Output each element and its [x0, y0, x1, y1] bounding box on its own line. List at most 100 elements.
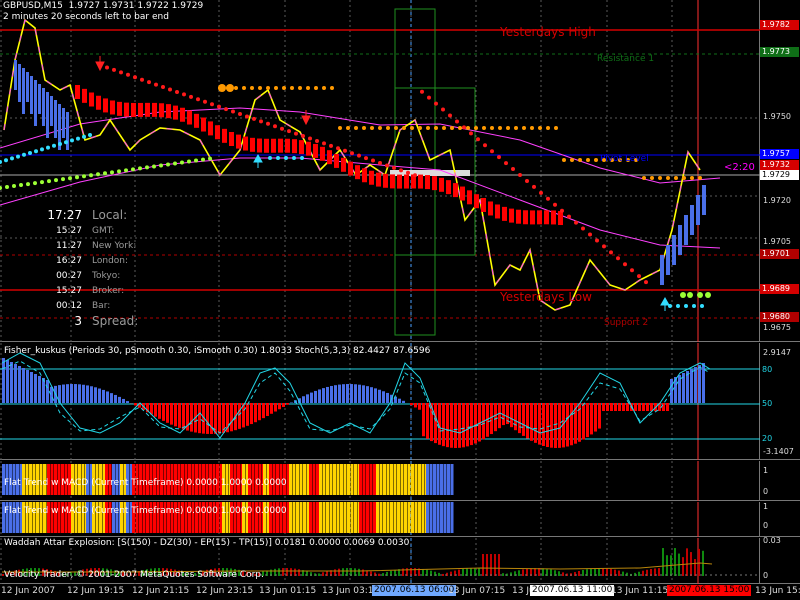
fisher-indicator-pane[interactable]: Fisher_kuskus (Periods 30, pSmooth 0.30,…: [0, 343, 800, 460]
trend-dot: [511, 167, 515, 172]
explosion-bar: [282, 568, 284, 576]
trend-dot: [370, 126, 374, 130]
trend-dot: [242, 86, 246, 90]
trend-dot: [322, 86, 326, 90]
fisher-histogram-bar: [514, 403, 517, 431]
trend-state-bar: [296, 464, 299, 495]
candle-bear: [173, 105, 178, 120]
fisher-histogram-bar: [670, 379, 673, 403]
trend-state-bar: [299, 464, 303, 495]
trend-state-bar: [400, 464, 404, 495]
trend-dot: [644, 280, 648, 285]
fisher-histogram-bar: [526, 403, 529, 439]
fisher-canvas[interactable]: [0, 343, 800, 460]
explosion-bar: [578, 570, 580, 576]
trend-dot: [26, 182, 30, 187]
trend-dot: [266, 86, 270, 90]
trend-dot: [386, 126, 390, 130]
trend-dot: [82, 134, 86, 139]
trend-dot: [76, 136, 80, 141]
explosion-bar: [358, 568, 360, 576]
trend-state-bar: [340, 502, 343, 533]
explosion-bar: [318, 573, 320, 576]
candle-bull: [22, 68, 25, 114]
candle-bear: [89, 92, 94, 107]
main-price-pane[interactable]: GBPUSD,M15 1.9727 1.9731 1.9722 1.9729 2…: [0, 0, 800, 342]
fisher-histogram-bar: [662, 403, 665, 411]
trend-dot: [385, 163, 389, 168]
explosion-bar: [674, 548, 676, 576]
trend-dot: [201, 157, 205, 162]
trend-dot: [346, 126, 350, 130]
candle-bear: [208, 121, 213, 136]
trend-dot: [530, 126, 534, 130]
trend-dot: [539, 190, 543, 195]
trend-state-bar: [443, 464, 447, 495]
candle-bear: [327, 150, 332, 165]
trend-state-bar: [440, 464, 443, 495]
clock-row-spread: 3 Spread:: [0, 314, 138, 330]
candle-bear: [439, 177, 444, 192]
trend-dot: [338, 126, 342, 130]
fisher-histogram-bar: [78, 384, 81, 403]
fisher-histogram-bar: [370, 387, 373, 403]
trend-dot: [292, 156, 296, 160]
time-cursor-box-2: 2007.06.13 11:00: [530, 585, 615, 596]
fisher-histogram-bar: [590, 403, 593, 435]
fisher-max-tick: 2.9147: [763, 348, 791, 357]
trend-state-bar: [379, 464, 383, 495]
trend-state-bar: [386, 502, 390, 533]
time-label: 12 Jun 2007: [1, 586, 56, 596]
flat-trend-pane-1[interactable]: Flat Trend w MACD (Current Timeframe) 0.…: [0, 461, 800, 501]
fisher-histogram-bar: [206, 403, 209, 434]
fisher-histogram-bar: [458, 403, 461, 448]
explosion-bar: [562, 572, 564, 576]
price-tag-resistance: 1.9773: [760, 47, 799, 57]
candle-bear: [236, 134, 241, 149]
explosion-bar: [582, 570, 584, 576]
trend-state-bar: [407, 464, 411, 495]
trend-state-bar: [411, 502, 414, 533]
fisher-histogram-bar: [170, 403, 173, 425]
trend-state-bar: [347, 464, 350, 495]
fisher-histogram-bar: [642, 403, 645, 411]
fisher-histogram-bar: [598, 403, 601, 429]
fisher-histogram-bar: [318, 389, 321, 403]
waddah-attar-pane[interactable]: Waddah Attar Explosion: [S(150) - DZ(30)…: [0, 536, 800, 584]
fisher-histogram-bar: [118, 396, 121, 403]
fisher-histogram-bar: [622, 403, 625, 411]
fisher-histogram-bar: [494, 403, 497, 432]
clock-row-gmt: 15:27 GMT:: [0, 224, 114, 238]
trend-dot: [168, 87, 172, 92]
price-tick: 1.9675: [763, 323, 791, 332]
explosion-bar: [682, 557, 684, 576]
candle-bear: [383, 173, 388, 188]
trend-dot: [89, 173, 93, 178]
trend-state-bar: [362, 464, 366, 495]
fisher-histogram-bar: [446, 403, 449, 448]
trend-state-bar: [421, 464, 425, 495]
trend-state-bar: [433, 464, 436, 495]
candle-bear: [187, 110, 192, 125]
trend-dot: [442, 126, 446, 130]
candle-bear: [201, 117, 206, 132]
trend-dot: [117, 169, 121, 174]
time-label: 12 Jun 23:15: [196, 586, 254, 596]
trend-dot: [682, 176, 686, 180]
trend-state-bar: [326, 502, 329, 533]
flat-trend-pane-2[interactable]: Flat Trend w MACD (Current Timeframe) 0.…: [0, 502, 800, 537]
explosion-bar: [634, 572, 636, 576]
signal-dot: [226, 84, 234, 92]
trend-state-bar: [303, 502, 306, 533]
trend-dot: [276, 156, 280, 160]
explosion-bar: [658, 568, 660, 576]
trend-dot: [602, 244, 606, 249]
fisher-histogram-bar: [154, 403, 157, 417]
trend-dot: [231, 109, 235, 114]
trend-dot: [441, 107, 445, 112]
clock-time: 3: [74, 314, 82, 328]
candle-bear: [502, 206, 507, 221]
trend-dot: [224, 107, 228, 112]
fisher-histogram-bar: [686, 371, 689, 403]
clock-row-broker: 15:27 Broker:: [0, 284, 124, 298]
